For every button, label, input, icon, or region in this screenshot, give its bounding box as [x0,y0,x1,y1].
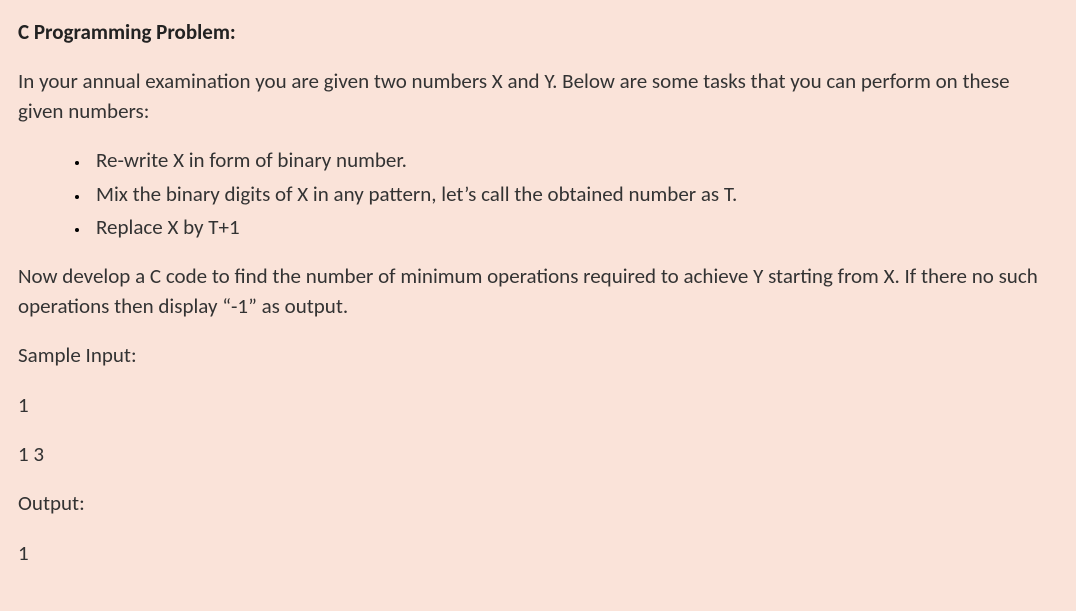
list-item: Replace X by T+1 [90,213,1056,242]
sample-input-label: Sample Input: [18,341,1056,370]
output-label: Output: [18,489,1056,518]
intro-paragraph: In your annual examination you are given… [18,67,1056,126]
sample-input-line: 1 3 [18,440,1056,469]
tasks-list: Re-write X in form of binary number. Mix… [18,146,1056,242]
task-paragraph: Now develop a C code to find the number … [18,262,1056,321]
problem-title: C Programming Problem: [18,18,1056,47]
list-item: Re-write X in form of binary number. [90,146,1056,175]
output-line: 1 [18,539,1056,568]
sample-input-line: 1 [18,391,1056,420]
list-item: Mix the binary digits of X in any patter… [90,180,1056,209]
